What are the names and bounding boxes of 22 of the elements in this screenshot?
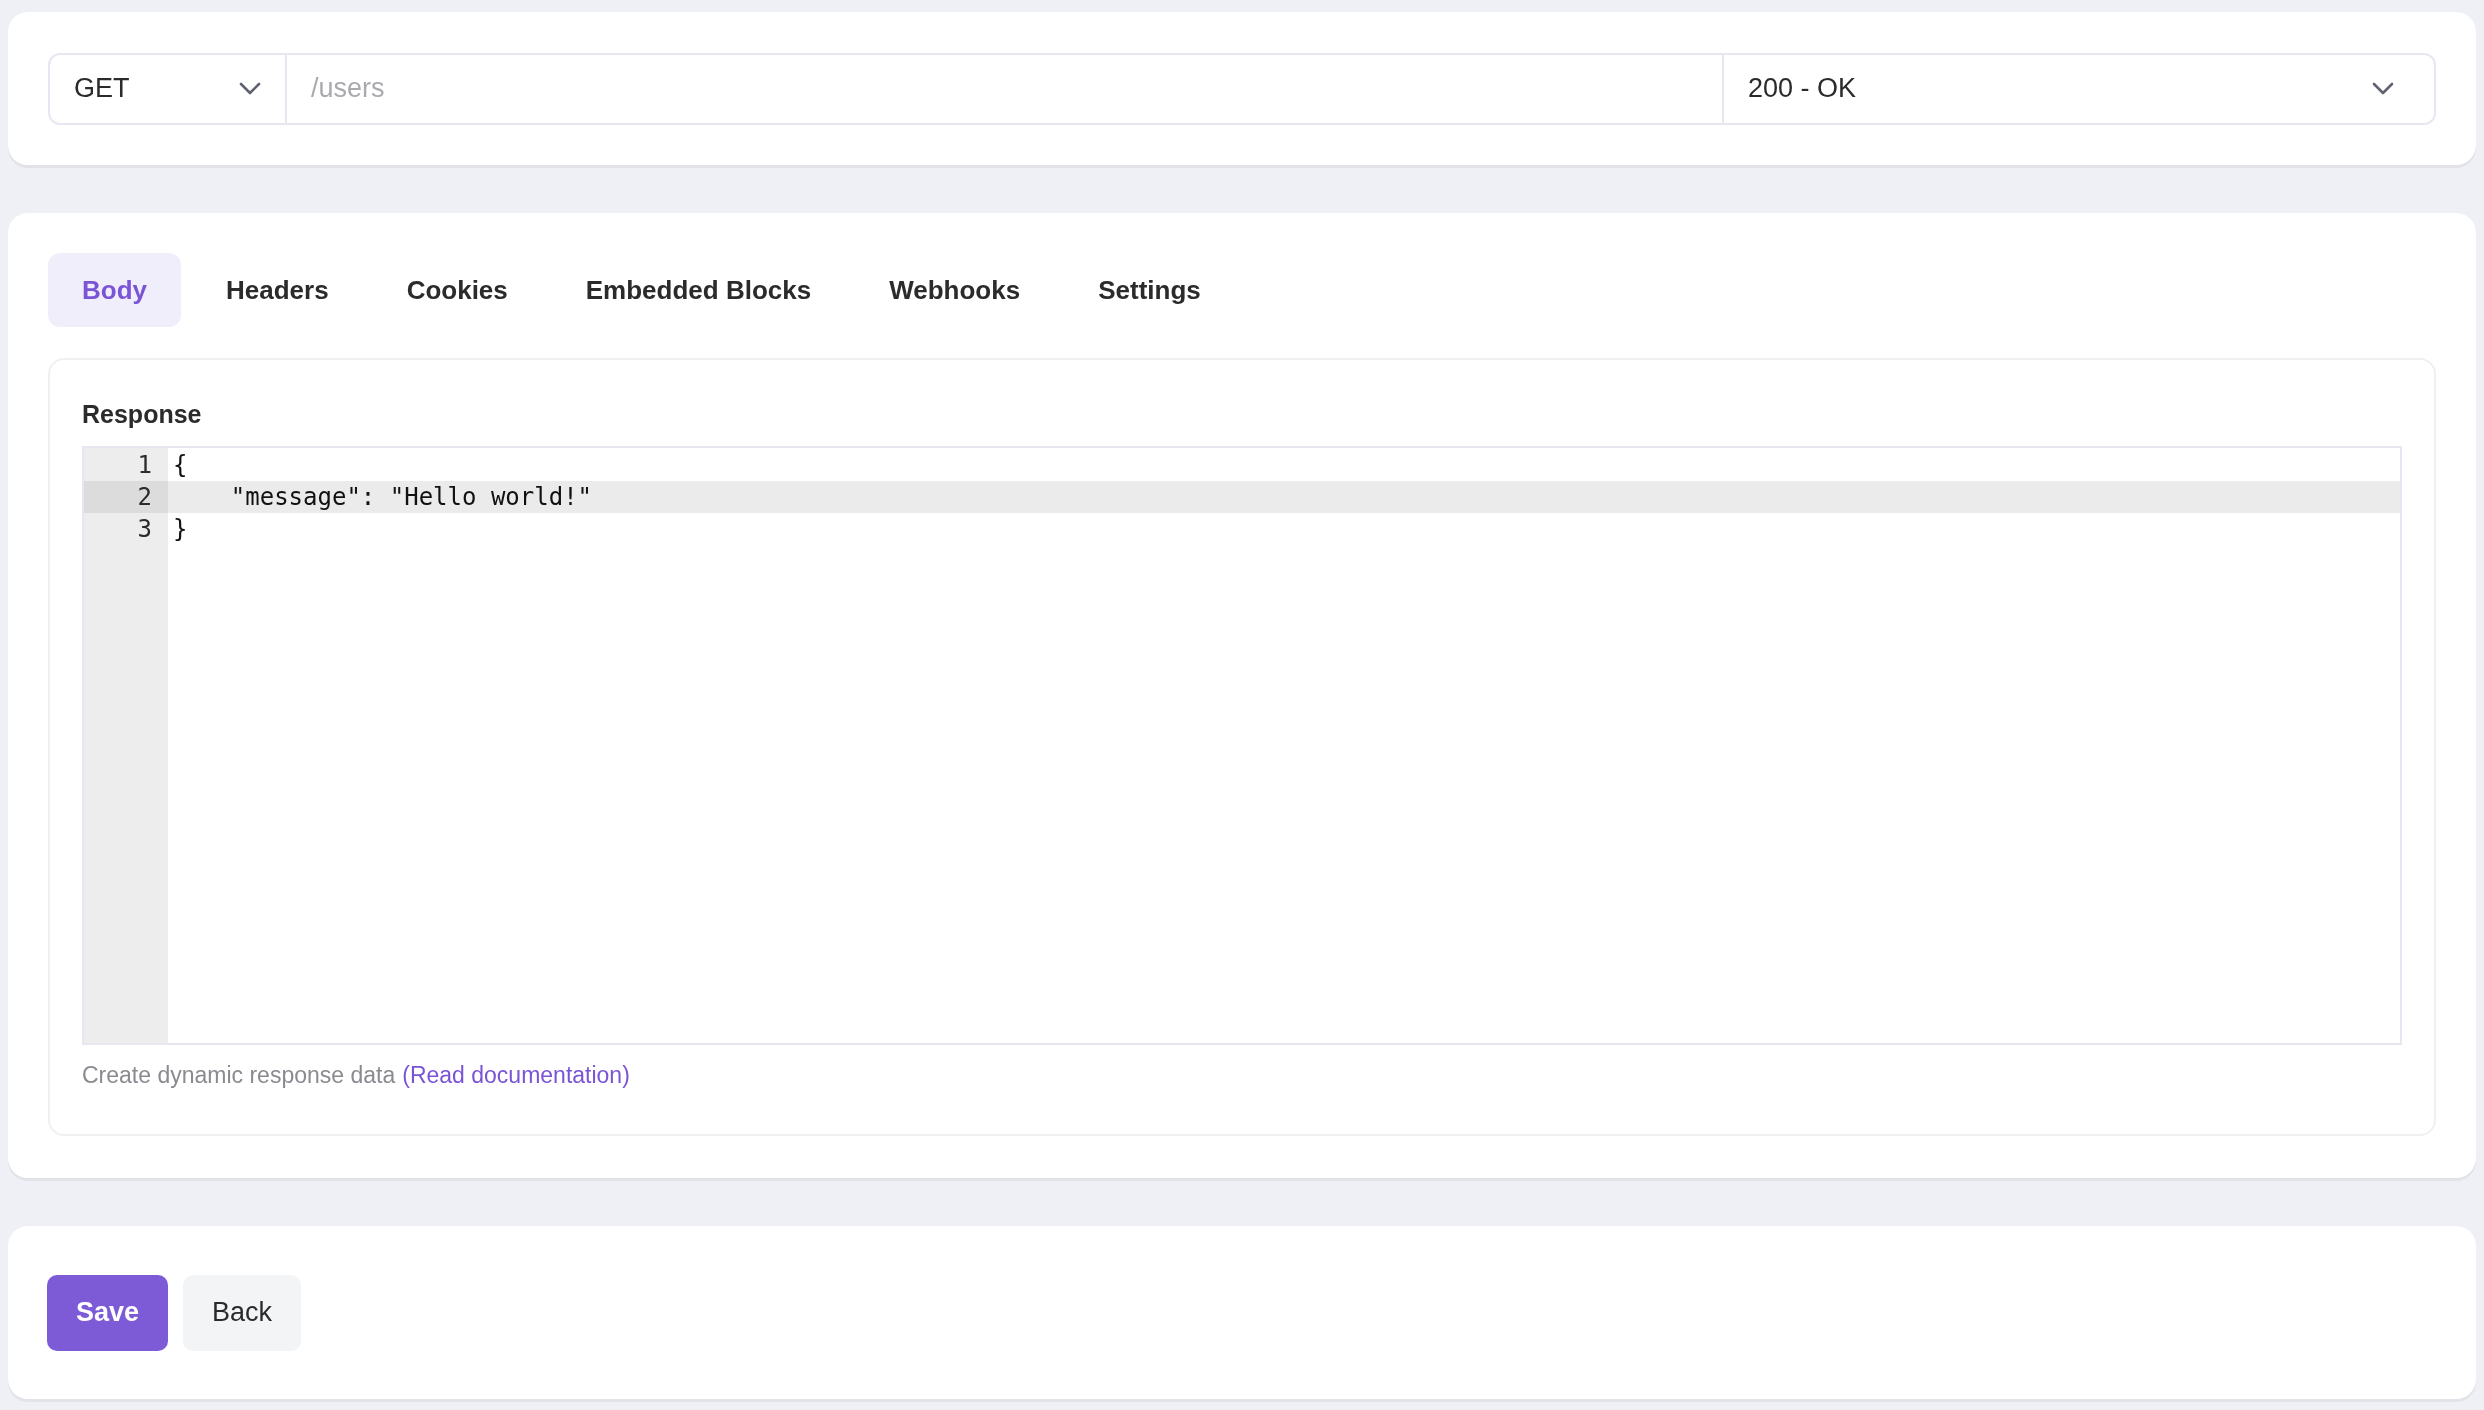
- tab[interactable]: Webhooks: [856, 253, 1054, 327]
- tab[interactable]: Cookies: [373, 253, 541, 327]
- chevron-down-icon: [239, 81, 261, 96]
- method-select[interactable]: GET: [48, 52, 287, 125]
- code-line: }: [172, 514, 188, 545]
- line-number: 3: [137, 514, 152, 545]
- save-button[interactable]: Save: [47, 1274, 169, 1351]
- tab[interactable]: Body: [48, 253, 181, 327]
- line-number: 1: [137, 450, 152, 481]
- tab[interactable]: Settings: [1065, 253, 1234, 327]
- status-select[interactable]: 200 - OK: [1722, 52, 2436, 125]
- tab[interactable]: Headers: [193, 253, 362, 327]
- code-editor[interactable]: 1 { 2 "message": "Hello world!" 3 }: [82, 446, 2402, 1045]
- line-number: 2: [137, 482, 152, 513]
- code-line: "message": "Hello world!": [229, 482, 593, 513]
- documentation-link[interactable]: (Read documentation): [402, 1057, 630, 1093]
- response-label: Response: [82, 399, 203, 430]
- hint-text: Create dynamic response data: [82, 1061, 396, 1090]
- tab[interactable]: Embedded Blocks: [552, 253, 845, 327]
- code-line: {: [172, 450, 188, 481]
- back-button[interactable]: Back: [183, 1274, 302, 1351]
- chevron-down-icon: [2372, 81, 2394, 96]
